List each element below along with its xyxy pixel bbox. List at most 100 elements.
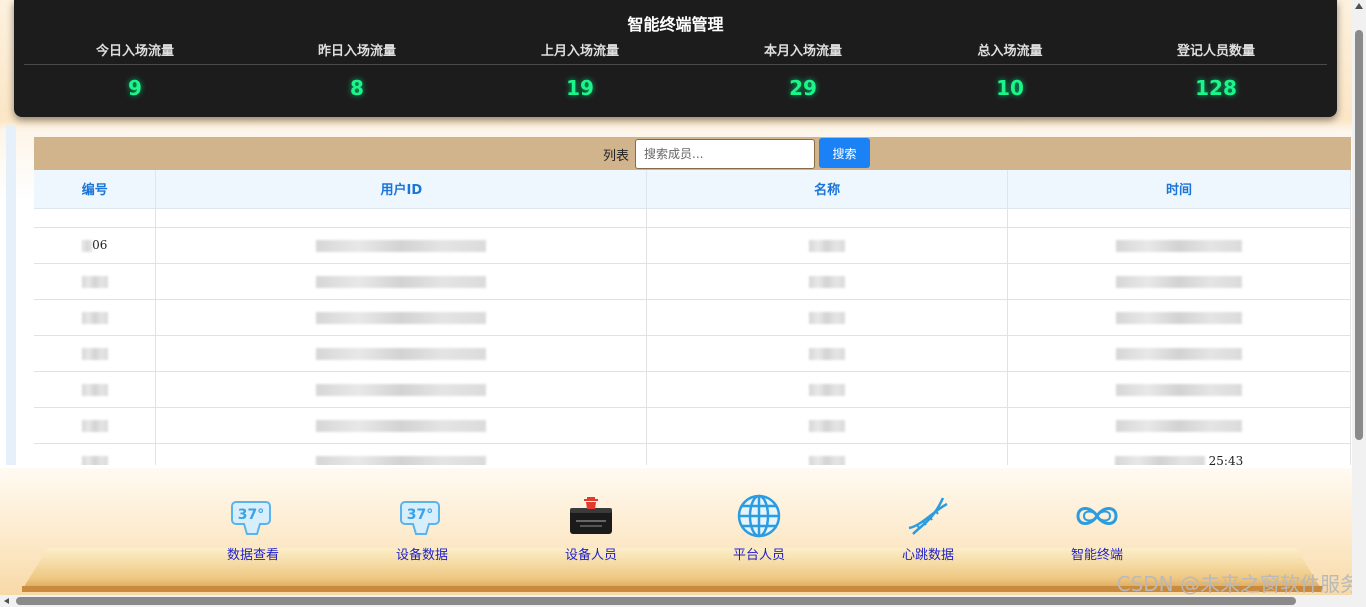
table-row[interactable]: 25:43	[34, 443, 1351, 465]
thermometer-37-icon: 37°	[231, 501, 271, 535]
redacted-block	[81, 383, 108, 396]
nav-label: 平台人员	[732, 548, 785, 563]
column-header-name[interactable]: 名称	[646, 170, 1009, 209]
cell-id	[34, 371, 157, 408]
cell-user-id	[155, 263, 648, 300]
dna-icon	[908, 497, 948, 535]
cell-time: 25:43	[1007, 443, 1351, 465]
cell-time	[1007, 407, 1351, 444]
stat-value: 128	[1195, 76, 1237, 100]
stat-value: 29	[789, 76, 817, 100]
redacted-block	[1114, 455, 1205, 465]
stat-value: 8	[350, 76, 364, 100]
svg-text:37°: 37°	[407, 507, 433, 523]
table-row[interactable]	[34, 335, 1351, 372]
cell-time	[1007, 263, 1351, 300]
stat-label: 本月入场流量	[763, 44, 842, 59]
cell-user-id	[155, 335, 648, 372]
vertical-scrollbar[interactable]	[1352, 0, 1366, 607]
table-row[interactable]	[34, 371, 1351, 408]
table-row[interactable]	[34, 263, 1351, 300]
redacted-block	[1116, 419, 1243, 432]
nav-item-device-personnel[interactable]: 设备人员	[551, 494, 631, 563]
cell-id	[34, 407, 157, 444]
stat-value: 19	[566, 76, 594, 100]
redacted-block	[809, 383, 846, 396]
cell-user-id	[155, 443, 648, 465]
nav-item-platform-personnel[interactable]: 平台人员	[719, 494, 799, 563]
redacted-block	[1116, 311, 1243, 324]
table-row[interactable]: 06	[34, 227, 1351, 264]
column-header-time[interactable]: 时间	[1007, 170, 1351, 209]
cell-user-id	[155, 407, 648, 444]
redacted-block	[1116, 383, 1243, 396]
redacted-block	[1116, 239, 1243, 252]
cell-user-id	[155, 371, 648, 408]
horizontal-scroll-thumb[interactable]	[16, 597, 1296, 605]
cell-user-id	[155, 299, 648, 336]
cell-name	[646, 407, 1009, 444]
cell-name	[646, 335, 1009, 372]
cell-time	[1007, 227, 1351, 264]
nav-label: 心跳数据	[901, 548, 954, 563]
terminal-device-icon	[570, 497, 612, 534]
nav-label: 数据查看	[226, 548, 279, 563]
nav-item-heartbeat-data[interactable]: 心跳数据	[888, 494, 968, 563]
cell-user-id	[155, 227, 648, 264]
scroll-left-arrow-icon[interactable]	[4, 598, 9, 604]
list-toolbar: 列表 搜索	[34, 137, 1351, 170]
infinity-loop-icon	[1076, 507, 1118, 525]
nav-label: 设备数据	[395, 548, 448, 563]
stat-label: 昨日入场流量	[317, 44, 396, 59]
vertical-scroll-thumb[interactable]	[1355, 30, 1363, 440]
globe-icon	[737, 494, 781, 538]
cell-name	[646, 299, 1009, 336]
redacted-block	[316, 383, 487, 396]
nav-item-data-view[interactable]: 37° 数据查看	[213, 494, 293, 563]
nav-item-smart-terminal[interactable]: 智能终端	[1057, 494, 1137, 563]
stat-label: 上月入场流量	[540, 44, 619, 59]
scroll-up-arrow-icon[interactable]	[1355, 3, 1363, 9]
stat-label: 总入场流量	[977, 44, 1043, 59]
stat-value: 10	[996, 76, 1024, 100]
redacted-block	[81, 455, 108, 465]
nav-item-device-data[interactable]: 37° 设备数据	[382, 494, 462, 563]
table-row[interactable]	[34, 407, 1351, 444]
redacted-block	[1116, 347, 1243, 360]
redacted-block	[81, 347, 108, 360]
column-header-user-id[interactable]: 用户ID	[155, 170, 648, 209]
cell-id	[34, 263, 157, 300]
cell-name	[646, 227, 1009, 264]
left-strip	[6, 125, 16, 465]
redacted-block	[809, 419, 846, 432]
redacted-block	[81, 419, 108, 432]
redacted-block	[316, 275, 487, 288]
watermark: CSDN @未来之窗软件服务	[1116, 572, 1360, 596]
column-header-id[interactable]: 编号	[34, 170, 157, 209]
cell-id	[34, 335, 157, 372]
cell-name	[646, 371, 1009, 408]
redacted-block	[1116, 275, 1243, 288]
redacted-block	[81, 275, 108, 288]
redacted-block	[316, 419, 487, 432]
header-divider	[24, 64, 1327, 65]
redacted-block	[809, 239, 846, 252]
list-title: 列表	[603, 149, 630, 164]
cell-time-text: 25:43	[1208, 454, 1244, 465]
redacted-block	[316, 455, 487, 465]
stat-value: 9	[128, 76, 142, 100]
page-title: 智能终端管理	[627, 15, 724, 34]
redacted-block	[316, 311, 487, 324]
member-table: 编号 用户ID 名称 时间 06 25:43	[34, 170, 1351, 465]
redacted-block	[316, 239, 487, 252]
svg-text:37°: 37°	[238, 507, 264, 523]
cell-name	[646, 443, 1009, 465]
horizontal-scrollbar[interactable]	[0, 595, 1352, 607]
cell-id-text: 06	[92, 238, 108, 252]
search-button[interactable]: 搜索	[819, 138, 870, 168]
table-row[interactable]	[34, 299, 1351, 336]
stat-label: 登记人员数量	[1176, 44, 1255, 59]
search-input[interactable]	[635, 139, 815, 169]
nav-label: 智能终端	[1070, 548, 1123, 563]
redacted-block	[809, 347, 846, 360]
